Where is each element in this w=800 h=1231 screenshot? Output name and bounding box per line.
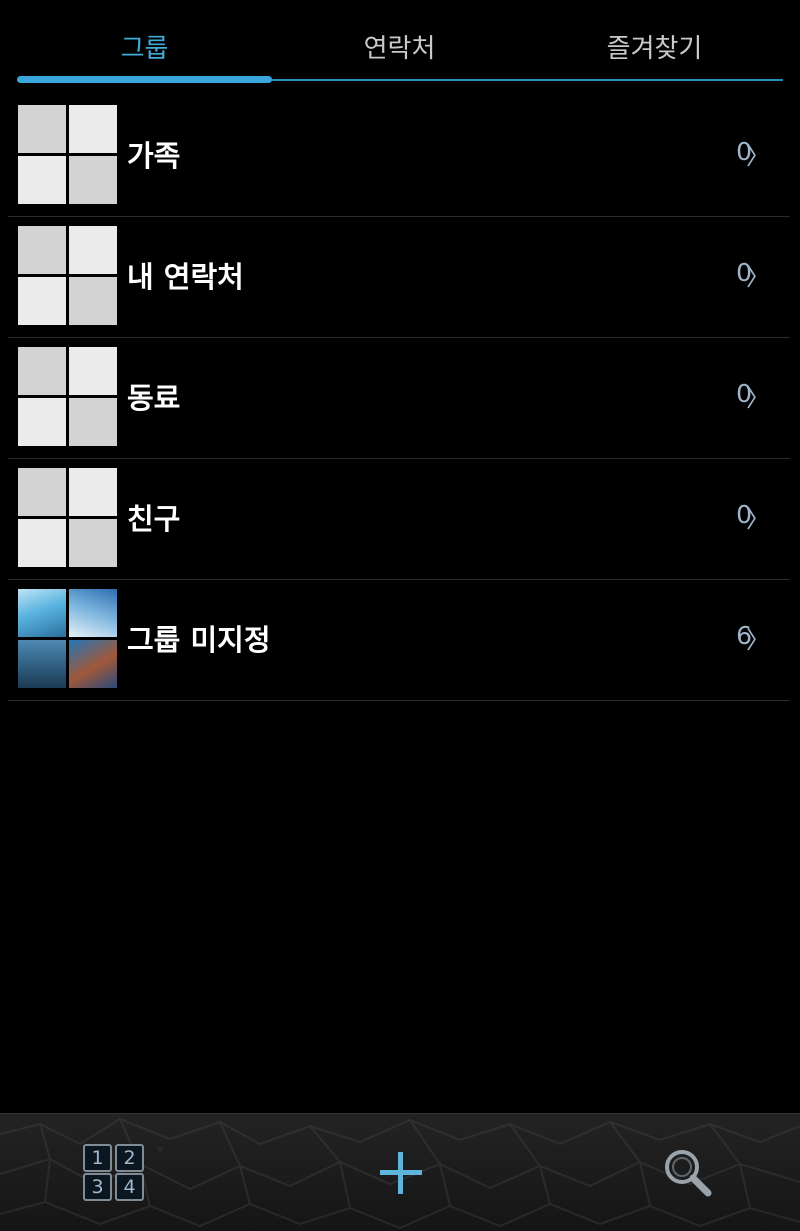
group-name: 친구 — [127, 502, 181, 536]
group-name: 그룹 미지정 — [127, 623, 271, 657]
group-thumbnail — [18, 468, 117, 567]
group-name: 내 연락처 — [127, 260, 244, 294]
dialpad-key: 4 — [115, 1173, 144, 1201]
chevron-right-icon: 〉 — [746, 263, 770, 291]
group-thumbnail — [18, 226, 117, 325]
contact-photo — [69, 589, 117, 637]
contact-photo — [18, 589, 66, 637]
dialpad-key: 1 — [83, 1144, 112, 1172]
add-group-button[interactable] — [378, 1150, 424, 1196]
chevron-right-icon: 〉 — [746, 142, 770, 170]
dialpad-key: 2 — [115, 1144, 144, 1172]
group-row-friends[interactable]: 친구 0 〉 — [8, 459, 790, 580]
chevron-right-icon: 〉 — [746, 384, 770, 412]
group-name: 동료 — [127, 381, 181, 415]
group-row-my-contacts[interactable]: 내 연락처 0 〉 — [8, 217, 790, 338]
tab-groups[interactable]: 그룹 — [17, 28, 272, 65]
group-list: 가족 0 〉 내 연락처 0 〉 동료 0 〉 친구 0 〉 그룹 미지정 6 … — [8, 96, 790, 701]
search-icon — [665, 1150, 712, 1197]
group-row-unassigned[interactable]: 그룹 미지정 6 〉 — [8, 580, 790, 701]
group-row-family[interactable]: 가족 0 〉 — [8, 96, 790, 217]
tab-active-indicator — [17, 76, 272, 83]
bottom-toolbar: 1 2 3 4 — [0, 1113, 800, 1231]
group-thumbnail — [18, 105, 117, 204]
tab-bar: 그룹 연락처 즐겨찾기 — [17, 0, 783, 84]
plus-icon — [380, 1152, 422, 1194]
group-thumbnail-photos — [18, 589, 117, 688]
group-thumbnail — [18, 347, 117, 446]
tab-contacts[interactable]: 연락처 — [272, 28, 527, 65]
search-button[interactable] — [660, 1147, 714, 1201]
group-name: 가족 — [127, 139, 181, 173]
chevron-right-icon: 〉 — [746, 626, 770, 654]
dialpad-key: 3 — [83, 1173, 112, 1201]
chevron-right-icon: 〉 — [746, 505, 770, 533]
contact-photo — [18, 640, 66, 688]
contact-photo — [69, 640, 117, 688]
tab-favorites[interactable]: 즐겨찾기 — [527, 28, 782, 65]
dialpad-button[interactable]: 1 2 3 4 — [83, 1144, 144, 1202]
group-row-coworkers[interactable]: 동료 0 〉 — [8, 338, 790, 459]
